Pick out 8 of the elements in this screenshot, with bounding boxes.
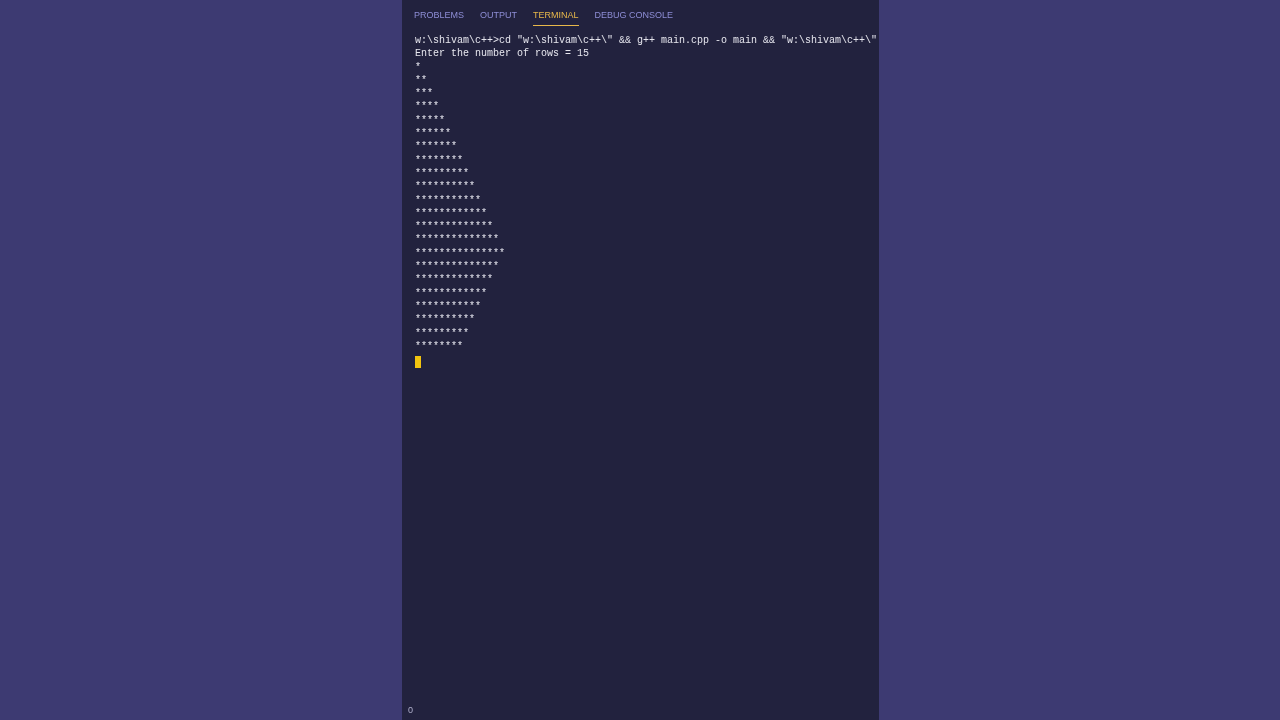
problem-count[interactable]: 0 (408, 704, 413, 715)
panel-tab[interactable]: TERMINAL (533, 8, 579, 26)
terminal-output: * ** *** **** ***** ****** ******* ******** ********* ********** *********** ************ ************* ************** *************** ************** ************* ************ *********** ********** ********* ******** (415, 60, 505, 354)
panel-tab[interactable]: DEBUG CONSOLE (594, 8, 674, 26)
terminal-line: Enter the number of rows = 15 (415, 47, 590, 61)
panel-tab[interactable]: PROBLEMS (414, 8, 464, 26)
command-line: w:\shivam\c++>cd "w:\shivam\c++\" && g++ main.cpp -o main && "w:\shivam\c++\" (415, 34, 878, 48)
panel-tab[interactable]: OUTPUT (480, 8, 517, 26)
